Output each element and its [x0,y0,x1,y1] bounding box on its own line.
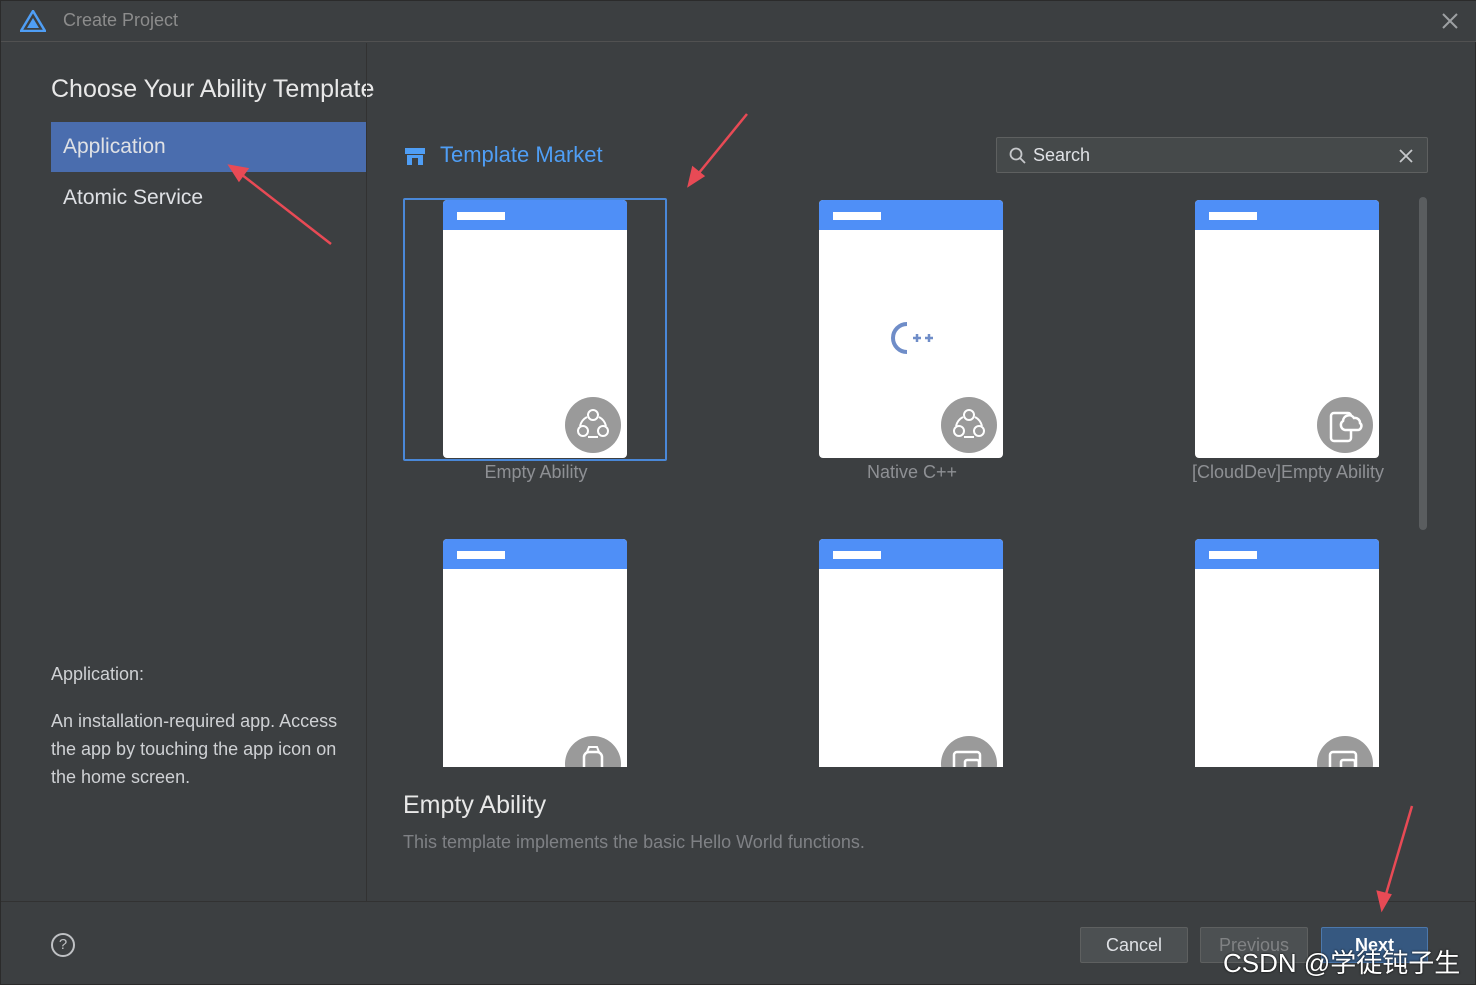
close-icon[interactable] [1439,10,1461,32]
template-grid: Empty Ability Native C++ [CloudDev]Empty… [396,191,1416,767]
multi-device-icon [565,397,621,453]
multi-device-icon [941,397,997,453]
watch-icon [565,736,621,767]
template-preview [819,200,1003,458]
template-market-link[interactable]: Template Market [440,142,603,168]
template-detail-text: This template implements the basic Hello… [403,832,865,852]
template-preview [443,200,627,458]
app-logo-icon [20,10,46,32]
cancel-button[interactable]: Cancel [1080,927,1188,963]
template-card-empty-ability[interactable]: Empty Ability [396,191,667,491]
template-preview [443,539,627,767]
template-card-native-cpp[interactable]: Native C++ [772,191,1036,491]
template-preview [819,539,1003,767]
cloud-device-icon [1317,397,1373,453]
help-icon[interactable]: ? [51,933,75,957]
template-card-tablet[interactable] [772,530,1036,767]
watermark: CSDN @学徒钝子生 [1223,948,1461,978]
cpp-icon [891,322,933,354]
template-card-watch[interactable] [396,530,660,767]
create-project-dialog: Create Project Choose Your Ability Templ… [0,0,1476,985]
clear-search-icon[interactable] [1397,147,1415,165]
tablet-icon [941,736,997,767]
tablet-icon [1317,736,1373,767]
annotation-arrowhead [687,165,706,188]
annotation-arrow [693,113,748,180]
category-description-title: Application: [51,664,145,684]
template-label: Native C++ [866,462,958,482]
template-scrollbar[interactable] [1419,197,1427,530]
template-card-clouddev-empty-ability[interactable]: [CloudDev]Empty Ability [1148,191,1412,491]
template-preview [1195,539,1379,767]
category-atomic-service[interactable]: Atomic Service [51,173,366,223]
template-detail-title: Empty Ability [403,791,547,819]
search-input[interactable] [1033,142,1383,168]
search-box [996,137,1428,173]
search-icon [1009,147,1026,164]
annotation-arrow [1382,805,1414,902]
title-bar: Create Project [1,1,1476,42]
category-description-text: An installation-required app. Access the… [51,711,338,787]
window-title: Create Project [63,10,179,30]
template-label: [CloudDev]Empty Ability [1191,462,1385,482]
store-icon[interactable] [404,145,426,167]
template-card-tablet-2[interactable] [1148,530,1412,767]
category-application[interactable]: Application [51,122,366,172]
template-label: Empty Ability [484,462,588,482]
template-preview [1195,200,1379,458]
